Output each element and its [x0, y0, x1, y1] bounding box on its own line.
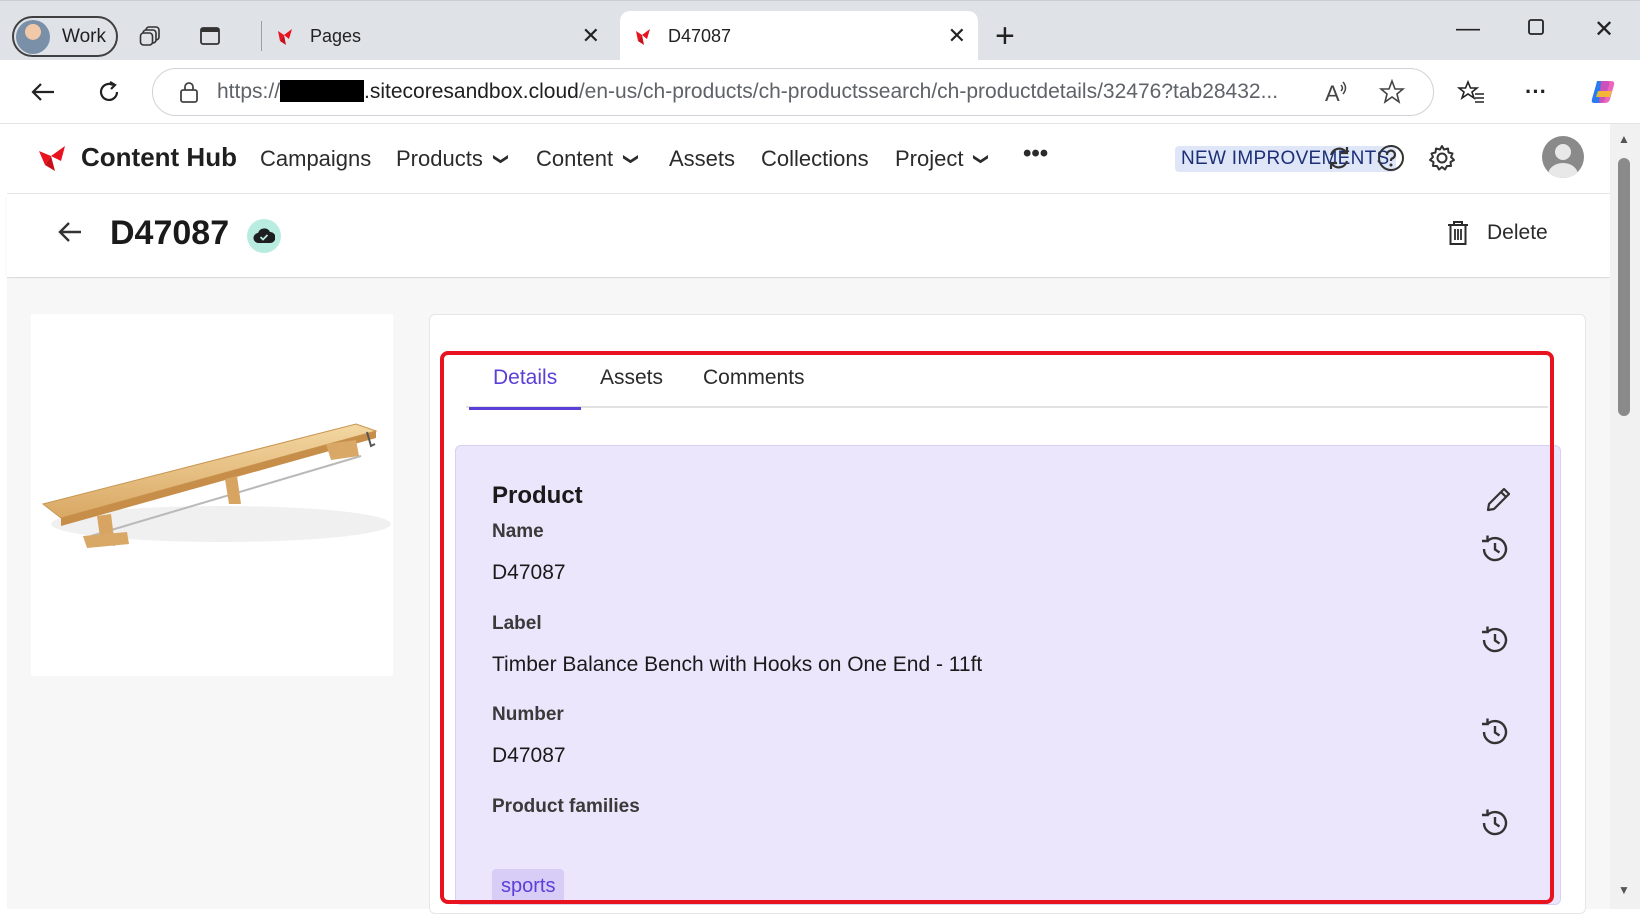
tab-comments[interactable]: Comments: [703, 366, 805, 408]
lock-icon[interactable]: [179, 81, 199, 103]
menu-label: Products: [396, 146, 483, 171]
tag-chip[interactable]: sports: [492, 869, 565, 904]
page-title: D47087: [110, 214, 230, 252]
profile-avatar: [16, 19, 50, 54]
menu-content[interactable]: Content ❯: [536, 146, 640, 172]
back-icon[interactable]: [25, 74, 61, 110]
browser-tab-title: D47087: [668, 25, 732, 46]
browser-toolbar: https:// .sitecoresandbox.cloud/en-us/ch-…: [0, 60, 1640, 124]
sitecore-logo-icon: [632, 25, 654, 47]
url-host: .sitecoresandbox.cloud: [364, 80, 579, 103]
minimize-icon[interactable]: —: [1448, 15, 1488, 43]
app-header: Content Hub Campaigns Products ❯ Content ❯…: [7, 124, 1610, 194]
sitecore-logo-icon: [274, 25, 296, 47]
edit-pencil-icon[interactable]: [1484, 484, 1514, 514]
settings-gear-icon[interactable]: [1424, 140, 1460, 176]
browser-tab-pages[interactable]: Pages ✕: [262, 11, 612, 61]
address-bar[interactable]: https:// .sitecoresandbox.cloud/en-us/ch-…: [152, 68, 1434, 116]
menu-collections[interactable]: Collections: [761, 146, 869, 172]
url-path: /en-us/ch-products/ch-productssearch/ch-…: [578, 80, 1279, 103]
menu-label: Assets: [669, 146, 736, 171]
field-value-name: D47087: [492, 561, 566, 584]
field-label-name: Name: [492, 521, 544, 542]
scroll-down-icon[interactable]: ▼: [1618, 883, 1630, 897]
product-image[interactable]: [31, 314, 393, 676]
field-value-number: D47087: [492, 744, 566, 767]
read-aloud-icon[interactable]: A: [1323, 79, 1349, 112]
browser-tab-title: Pages: [310, 25, 362, 46]
field-label-number: Number: [492, 704, 564, 725]
menu-label: Collections: [761, 146, 869, 171]
more-menu-icon[interactable]: •••: [1023, 140, 1048, 168]
url-text[interactable]: https:// .sitecoresandbox.cloud/en-us/ch-…: [217, 80, 1287, 104]
url-prefix: https://: [217, 80, 281, 103]
detail-tabs: Details Assets Comments: [466, 362, 1548, 410]
chevron-down-icon: ❯: [492, 152, 510, 166]
more-options-icon[interactable]: ···: [1518, 74, 1554, 110]
delete-button[interactable]: Delete: [1447, 220, 1548, 246]
menu-assets[interactable]: Assets: [669, 146, 735, 172]
maximize-icon[interactable]: [1516, 15, 1556, 43]
page-title-bar: D47087 Delete: [7, 194, 1610, 278]
workspaces-icon[interactable]: [136, 21, 166, 51]
page-scrollbar[interactable]: ▲ ▼: [1610, 124, 1640, 909]
field-value-label: Timber Balance Bench with Hooks on One E…: [492, 653, 983, 676]
help-icon[interactable]: [1373, 140, 1409, 176]
content-hub-brand[interactable]: Content Hub: [37, 142, 237, 173]
copilot-icon[interactable]: [1585, 74, 1621, 110]
history-icon[interactable]: [1478, 806, 1512, 840]
profile-label: Work: [62, 25, 106, 47]
favorites-icon[interactable]: [1453, 74, 1489, 110]
profile-button[interactable]: Work: [12, 16, 118, 57]
field-label-label: Label: [492, 613, 542, 634]
scrollbar-thumb[interactable]: [1618, 158, 1630, 416]
browser-tab-strip: Work Pages ✕ D47087 ✕ + — ✕: [0, 0, 1640, 61]
brand-name: Content Hub: [81, 142, 237, 172]
menu-label: Project: [895, 146, 964, 171]
redacted-block: [280, 80, 365, 102]
chevron-down-icon: ❯: [972, 152, 990, 166]
history-icon[interactable]: [1478, 715, 1512, 749]
field-label-product-families: Product families: [492, 796, 640, 817]
user-avatar[interactable]: [1542, 136, 1584, 178]
svg-text:A: A: [1325, 81, 1340, 105]
chevron-down-icon: ❯: [622, 152, 640, 166]
delete-label: Delete: [1487, 221, 1548, 244]
menu-products[interactable]: Products ❯: [396, 146, 510, 172]
menu-campaigns[interactable]: Campaigns: [260, 146, 371, 172]
history-icon[interactable]: [1478, 532, 1512, 566]
history-icon[interactable]: [1478, 623, 1512, 657]
vertical-tabs-icon[interactable]: [195, 21, 225, 51]
trash-icon: [1447, 220, 1469, 246]
cloud-sync-icon: [247, 219, 281, 253]
product-section: Product Name D47087 Label Timber Balance…: [455, 445, 1561, 905]
favorite-star-icon[interactable]: [1378, 78, 1406, 112]
close-tab-icon[interactable]: ✕: [948, 23, 966, 49]
menu-label: Content: [536, 146, 614, 171]
sync-icon[interactable]: [1321, 140, 1357, 176]
sitecore-logo-icon: [37, 143, 71, 173]
new-tab-icon[interactable]: +: [995, 19, 1015, 53]
tab-assets[interactable]: Assets: [600, 366, 663, 408]
menu-project[interactable]: Project ❯: [895, 146, 990, 172]
back-arrow-icon[interactable]: [57, 218, 83, 252]
refresh-icon[interactable]: [91, 74, 127, 110]
browser-tab-d47087[interactable]: D47087 ✕: [620, 11, 978, 61]
new-improvements-badge[interactable]: NEW IMPROVEMENTS: [1175, 146, 1396, 172]
tab-details[interactable]: Details: [468, 366, 582, 410]
section-title: Product: [492, 482, 583, 509]
scroll-up-icon[interactable]: ▲: [1618, 132, 1630, 146]
menu-label: Campaigns: [260, 146, 372, 171]
close-tab-icon[interactable]: ✕: [582, 23, 600, 49]
close-window-icon[interactable]: ✕: [1584, 15, 1624, 44]
